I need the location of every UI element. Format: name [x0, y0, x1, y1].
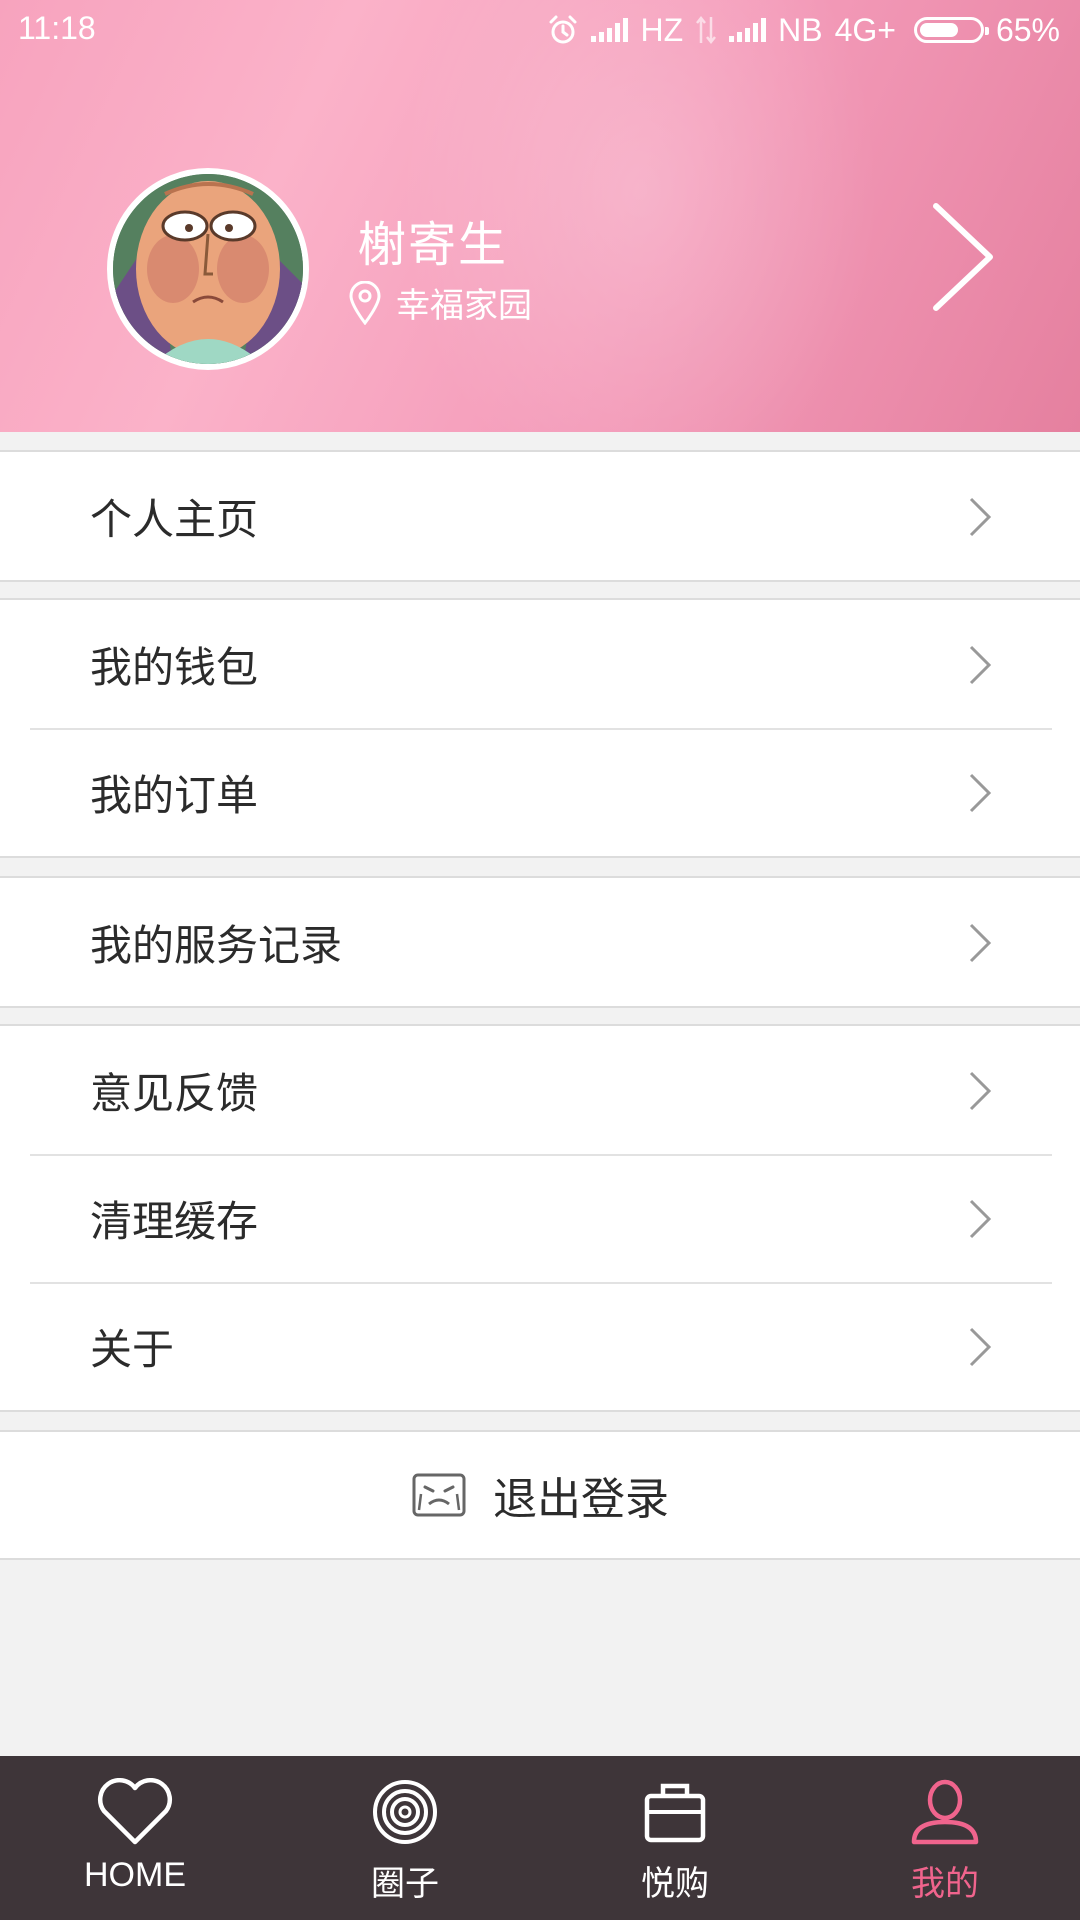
- chevron-right-icon: [969, 497, 992, 537]
- location-row: 幸福家园: [348, 278, 532, 327]
- heart-icon: [98, 1778, 172, 1845]
- menu-item-service-records[interactable]: 我的服务记录: [0, 878, 1080, 1006]
- bottom-tab-bar: HOME 圈子 悦购 我的: [0, 1756, 1080, 1920]
- menu-item-wallet[interactable]: 我的钱包: [0, 600, 1080, 728]
- menu-item-label: 我的钱包: [90, 642, 259, 692]
- menu-item-homepage[interactable]: 个人主页: [0, 452, 1080, 580]
- signal-icon-2: [729, 18, 767, 42]
- alarm-icon: [549, 15, 577, 44]
- chevron-right-icon: [969, 645, 992, 685]
- logout-label: 退出登录: [493, 1474, 669, 1525]
- chevron-right-icon[interactable]: [928, 202, 998, 312]
- menu-item-label: 我的订单: [90, 770, 259, 820]
- menu-group-account: 我的钱包 我的订单: [0, 598, 1080, 858]
- tab-circle[interactable]: 圈子: [270, 1756, 540, 1920]
- tab-label: 悦购: [641, 1865, 709, 1903]
- menu-item-clear-cache[interactable]: 清理缓存: [0, 1154, 1080, 1282]
- chevron-right-icon: [969, 1199, 992, 1239]
- data-transfer-icon: [696, 15, 717, 45]
- avatar[interactable]: [107, 168, 309, 370]
- user-icon: [911, 1779, 979, 1845]
- chevron-right-icon: [969, 1327, 992, 1367]
- avatar-image: [113, 174, 303, 364]
- status-bar: 11:18 HZ NB 4G+ 65%: [0, 0, 1080, 62]
- menu-item-label: 意见反馈: [90, 1068, 259, 1118]
- menu-item-label: 我的服务记录: [90, 920, 343, 970]
- chevron-right-icon: [969, 923, 992, 963]
- menu-item-label: 个人主页: [90, 494, 259, 544]
- tab-shop[interactable]: 悦购: [540, 1756, 810, 1920]
- menu-group-service: 我的服务记录: [0, 876, 1080, 1008]
- menu-item-feedback[interactable]: 意见反馈: [0, 1026, 1080, 1154]
- signal-icon: [591, 18, 629, 42]
- menu-item-orders[interactable]: 我的订单: [0, 728, 1080, 856]
- menu-item-label: 关于: [90, 1324, 175, 1374]
- menu-group-settings: 意见反馈 清理缓存 关于: [0, 1024, 1080, 1412]
- circle-target-icon: [373, 1780, 437, 1844]
- profile-header[interactable]: 11:18 HZ NB 4G+ 65% 榭寄生 幸福家园: [0, 0, 1080, 432]
- location-label: 幸福家园: [396, 286, 532, 326]
- location-pin-icon: [349, 280, 381, 325]
- battery-percent: 65%: [995, 11, 1060, 48]
- user-name[interactable]: 榭寄生: [358, 205, 508, 275]
- chevron-right-icon: [969, 1071, 992, 1111]
- status-time: 11:18: [18, 10, 96, 46]
- carrier-label-2: NB: [778, 11, 823, 48]
- logout-button[interactable]: 退出登录: [0, 1430, 1080, 1560]
- menu-item-about[interactable]: 关于: [0, 1282, 1080, 1410]
- status-icons: HZ NB 4G+ 65%: [547, 8, 1060, 52]
- tab-label: 我的: [911, 1865, 979, 1903]
- crying-face-icon: [412, 1473, 466, 1517]
- shopping-bag-icon: [644, 1783, 706, 1843]
- tab-label: 圈子: [371, 1865, 439, 1903]
- menu-group-profile: 个人主页: [0, 450, 1080, 582]
- tab-home[interactable]: HOME: [0, 1756, 270, 1920]
- menu-item-label: 清理缓存: [90, 1196, 259, 1246]
- carrier-label-1: HZ: [640, 11, 684, 48]
- chevron-right-icon: [969, 773, 992, 813]
- tab-mine[interactable]: 我的: [810, 1756, 1080, 1920]
- network-type: 4G+: [834, 11, 896, 48]
- tab-label: HOME: [84, 1856, 186, 1894]
- battery-icon: [913, 17, 989, 43]
